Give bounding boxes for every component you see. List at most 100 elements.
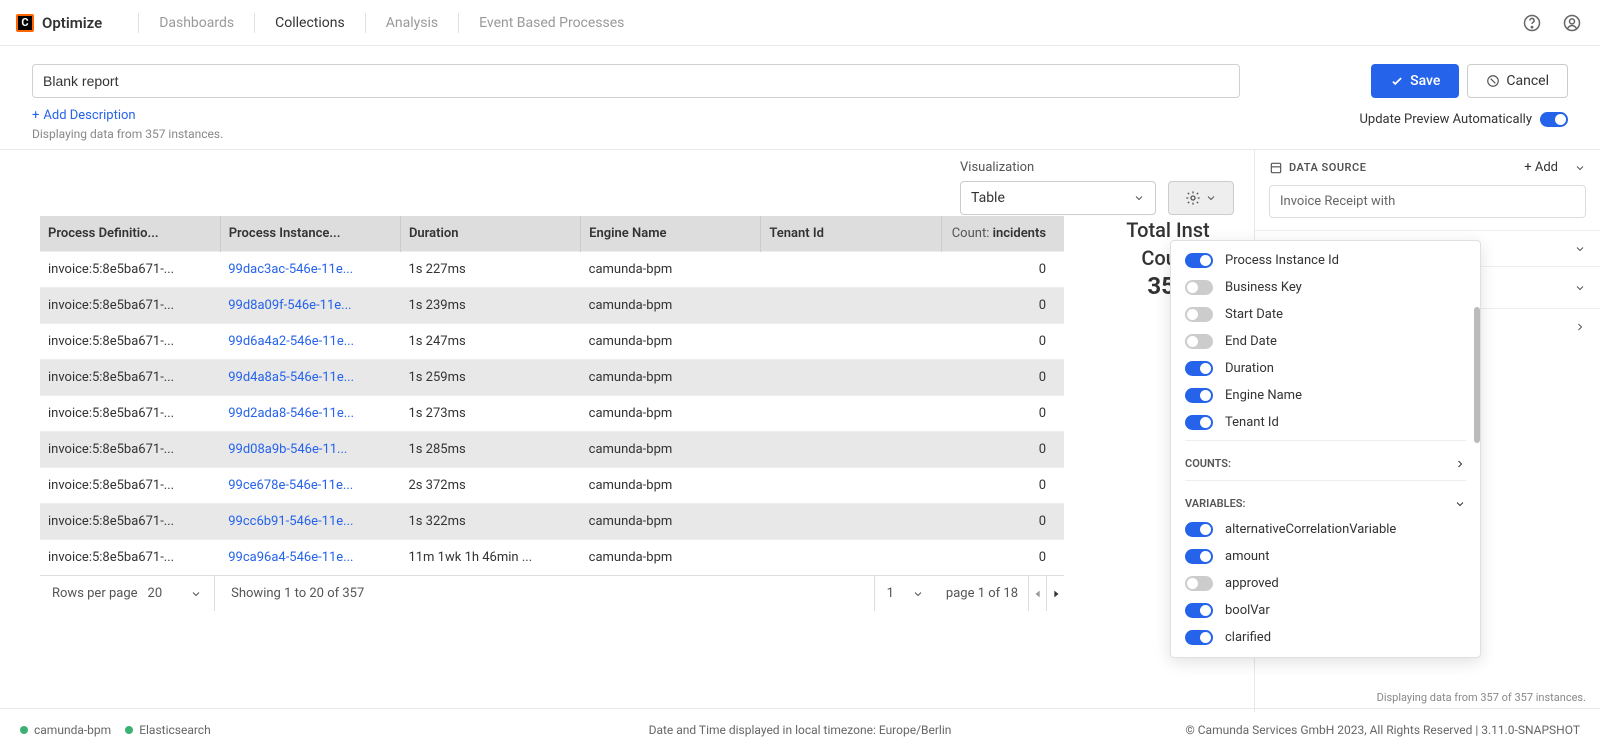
variables-section-header[interactable]: VARIABLES: [1171,485,1480,516]
popover-item[interactable]: Business Key [1171,274,1480,301]
popover-item[interactable]: End Date [1171,328,1480,355]
save-button[interactable]: Save [1371,64,1459,98]
popover-variable-item[interactable]: approved [1171,570,1480,597]
cell-engine: camunda-bpm [581,252,761,288]
nav-collections[interactable]: Collections [267,15,353,31]
nav-dashboards[interactable]: Dashboards [151,15,242,31]
nav-analysis[interactable]: Analysis [378,15,446,31]
toggle[interactable] [1185,388,1213,403]
popover-item[interactable]: Engine Name [1171,382,1480,409]
col-header-definition[interactable]: Process Definitio... [40,216,220,252]
page-input-group[interactable]: 1 [874,576,936,611]
toggle[interactable] [1185,307,1213,322]
toggle[interactable] [1185,630,1213,645]
cell-instance-link[interactable]: 99d08a9b-546e-11... [220,432,400,468]
cancel-icon [1486,74,1500,88]
toggle[interactable] [1185,253,1213,268]
visualization-select[interactable]: Table [960,181,1156,215]
data-source-icon [1269,161,1283,175]
cell-count: 0 [941,540,1064,576]
cell-definition: invoice:5:8e5ba671-... [40,468,220,504]
toggle[interactable] [1185,522,1213,537]
col-header-duration[interactable]: Duration [400,216,580,252]
chevron-down-icon [190,588,202,600]
app-footer: camunda-bpm Elasticsearch Date and Time … [0,708,1600,750]
cell-definition: invoice:5:8e5ba671-... [40,288,220,324]
popover-item-label: Process Instance Id [1225,253,1339,268]
cell-instance-link[interactable]: 99dac3ac-546e-11e... [220,252,400,288]
sidebar-footer-instances: Displaying data from 357 of 357 instance… [1377,691,1586,704]
cell-tenant [761,396,941,432]
cell-instance-link[interactable]: 99d2ada8-546e-11e... [220,396,400,432]
rows-per-page-select[interactable]: 20 [148,586,203,601]
cell-engine: camunda-bpm [581,288,761,324]
cancel-button[interactable]: Cancel [1467,64,1568,98]
toggle[interactable] [1185,576,1213,591]
cell-engine: camunda-bpm [581,360,761,396]
nav-event-based[interactable]: Event Based Processes [471,15,632,31]
cell-instance-link[interactable]: 99ca96a4-546e-11e... [220,540,400,576]
popover-item[interactable]: Tenant Id [1171,409,1480,436]
popover-item-label: End Date [1225,334,1277,349]
count-header-value: incidents [993,226,1046,241]
cell-definition: invoice:5:8e5ba671-... [40,504,220,540]
variables-label: VARIABLES: [1185,497,1246,510]
popover-variable-item[interactable]: boolVar [1171,597,1480,624]
toggle[interactable] [1185,415,1213,430]
add-label: Add [1535,160,1558,175]
page-text: page 1 of 18 [936,586,1028,601]
triangle-right-icon [1051,589,1061,599]
col-header-tenant[interactable]: Tenant Id [761,216,941,252]
cell-duration: 1s 273ms [400,396,580,432]
add-data-source-button[interactable]: + Add [1524,160,1558,175]
popover-item-label: Engine Name [1225,388,1302,403]
cell-instance-link[interactable]: 99d8a09f-546e-11e... [220,288,400,324]
add-description-button[interactable]: + Add Description [32,108,136,123]
cell-count: 0 [941,252,1064,288]
chevron-down-icon[interactable] [1574,162,1586,174]
popover-item-label: amount [1225,549,1269,564]
cell-engine: camunda-bpm [581,324,761,360]
visualization-settings-button[interactable] [1168,181,1234,215]
counts-section-header[interactable]: COUNTS: [1171,445,1480,476]
popover-item-label: Start Date [1225,307,1283,322]
col-header-instance[interactable]: Process Instance... [220,216,400,252]
toggle[interactable] [1185,334,1213,349]
toggle[interactable] [1185,549,1213,564]
table-row: invoice:5:8e5ba671-...99ca96a4-546e-11e.… [40,540,1064,576]
table-row: invoice:5:8e5ba671-...99d6a4a2-546e-11e.… [40,324,1064,360]
popover-item[interactable]: Duration [1171,355,1480,382]
col-header-engine[interactable]: Engine Name [581,216,761,252]
toggle[interactable] [1185,603,1213,618]
cell-tenant [761,432,941,468]
user-icon[interactable] [1560,11,1584,35]
chevron-down-icon [912,588,924,600]
popover-variable-item[interactable]: clarified [1171,624,1480,651]
help-icon[interactable] [1520,11,1544,35]
popover-item[interactable]: Process Instance Id [1171,247,1480,274]
toggle[interactable] [1185,361,1213,376]
count-header-prefix: Count: [952,226,990,241]
cell-instance-link[interactable]: 99d6a4a2-546e-11e... [220,324,400,360]
cell-count: 0 [941,432,1064,468]
update-preview-label: Update Preview Automatically [1360,112,1533,127]
chevron-right-icon [1574,321,1586,333]
chevron-right-icon [1454,458,1466,470]
popover-item[interactable]: Start Date [1171,301,1480,328]
table-area: Process Definitio... Process Instance...… [0,150,1064,712]
prev-page-button[interactable] [1028,576,1046,611]
next-page-button[interactable] [1046,576,1064,611]
toggle[interactable] [1185,280,1213,295]
col-header-count[interactable]: Count: incidents [941,216,1064,252]
cell-instance-link[interactable]: 99ce678e-546e-11e... [220,468,400,504]
report-name-input[interactable] [32,64,1240,98]
popover-variable-item[interactable]: amount [1171,543,1480,570]
data-source-box[interactable]: Invoice Receipt with [1269,185,1586,218]
cell-duration: 1s 285ms [400,432,580,468]
cell-instance-link[interactable]: 99cc6b91-546e-11e... [220,504,400,540]
data-table: Process Definitio... Process Instance...… [40,216,1064,575]
cell-instance-link[interactable]: 99d4a8a5-546e-11e... [220,360,400,396]
update-preview-toggle[interactable] [1540,112,1568,127]
popover-variable-item[interactable]: alternativeCorrelationVariable [1171,516,1480,543]
popover-scrollbar[interactable] [1474,307,1480,443]
